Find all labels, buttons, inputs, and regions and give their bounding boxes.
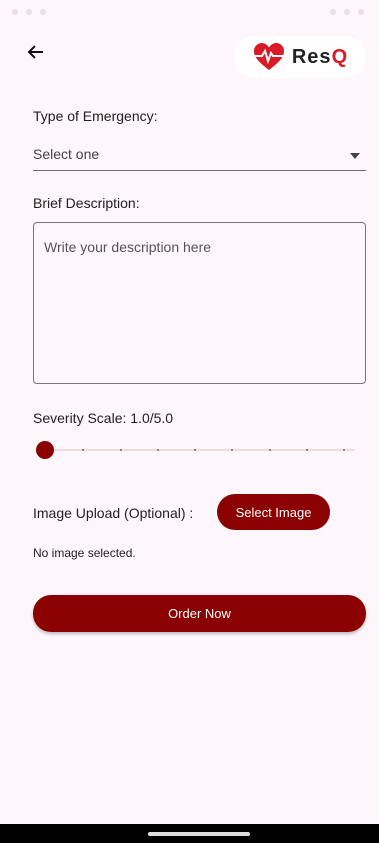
order-now-button[interactable]: Order Now — [33, 595, 366, 632]
severity-label: Severity Scale: 1.0/5.0 — [33, 410, 174, 426]
slider-tick — [156, 449, 159, 451]
no-image-text: No image selected. — [33, 546, 136, 560]
slider-tick — [305, 449, 308, 451]
status-icon — [12, 9, 18, 15]
description-box — [33, 222, 366, 384]
app-logo: ResQ — [234, 36, 366, 78]
slider-tick — [119, 449, 122, 451]
slider-tick — [268, 449, 271, 451]
severity-slider[interactable] — [33, 440, 355, 460]
slider-thumb[interactable] — [36, 441, 54, 459]
status-icon — [40, 9, 46, 15]
status-icon — [26, 9, 32, 15]
emergency-type-label: Type of Emergency: — [33, 108, 158, 124]
battery-icon — [358, 9, 364, 15]
dropdown-arrow-icon — [350, 146, 360, 164]
slider-tick — [343, 449, 345, 451]
dropdown-value: Select one — [33, 146, 100, 162]
image-upload-label: Image Upload (Optional) : — [33, 505, 194, 521]
signal-icon — [330, 9, 336, 15]
description-input[interactable] — [34, 223, 365, 383]
description-label: Brief Description: — [33, 195, 140, 211]
app-bar: ResQ — [0, 30, 379, 82]
system-nav-bar — [0, 824, 379, 843]
slider-tick — [194, 449, 196, 451]
slider-tick — [82, 449, 85, 451]
home-handle[interactable] — [148, 832, 250, 836]
brand-name: ResQ — [291, 45, 349, 68]
back-arrow-icon[interactable] — [24, 40, 48, 64]
select-image-button[interactable]: Select Image — [217, 494, 330, 530]
wifi-icon — [344, 9, 350, 15]
slider-track — [45, 449, 355, 451]
slider-tick — [231, 449, 234, 451]
emergency-type-dropdown[interactable]: Select one — [33, 138, 366, 171]
status-bar — [0, 0, 379, 24]
heart-pulse-icon — [253, 43, 284, 70]
